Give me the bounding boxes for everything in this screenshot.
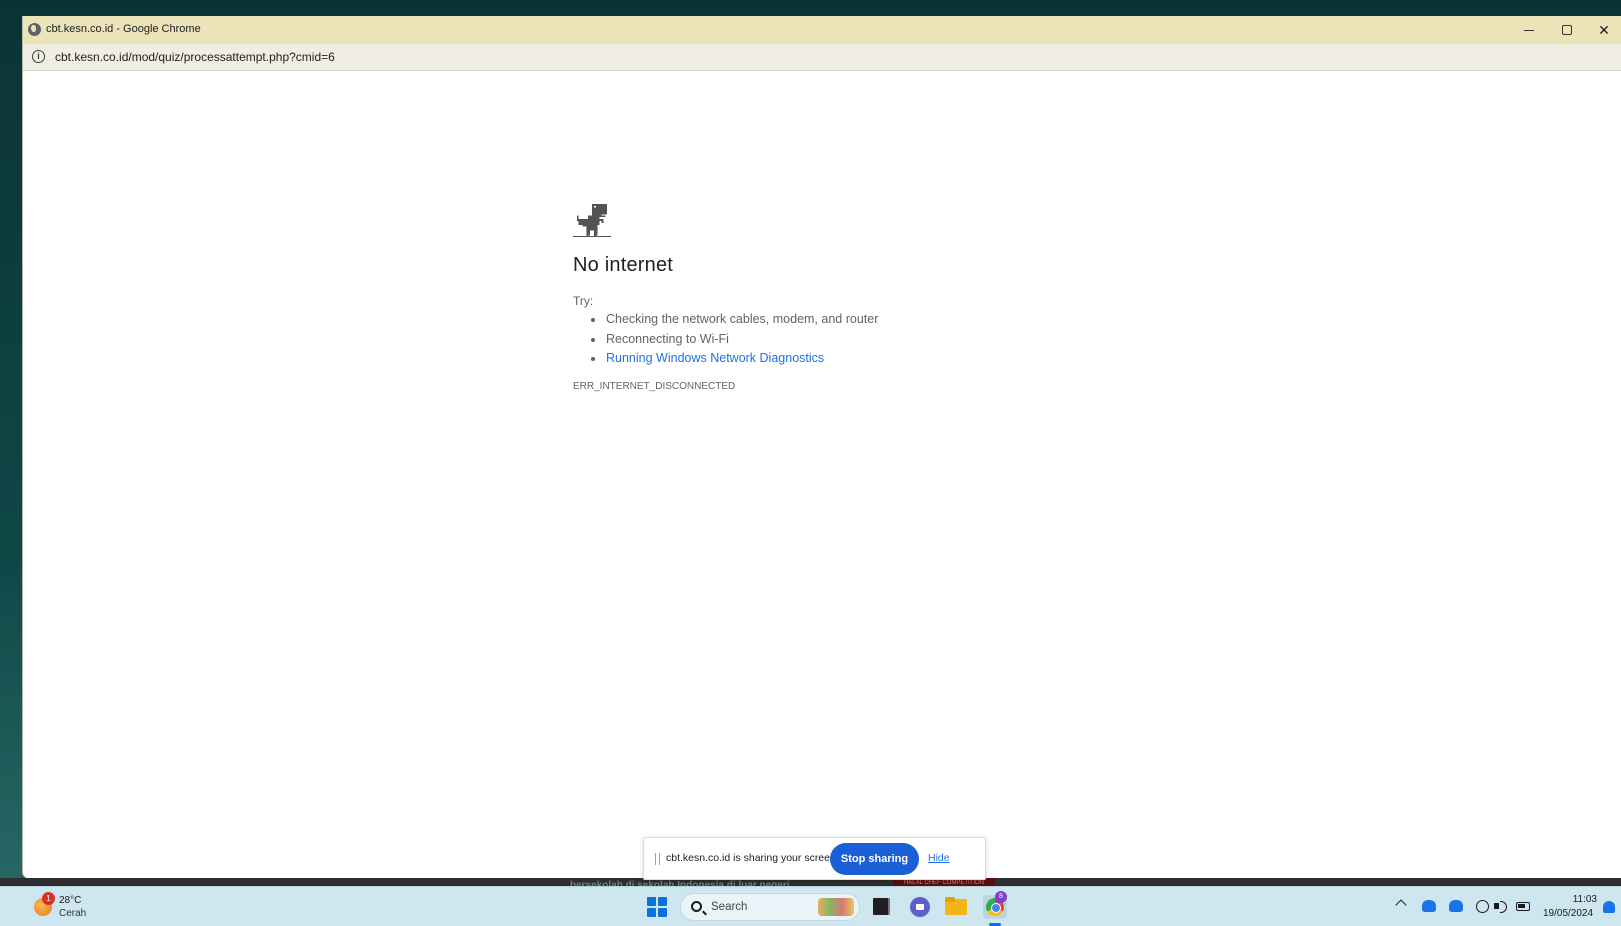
onedrive-icon[interactable] <box>1422 900 1436 912</box>
sharing-message: cbt.kesn.co.id is sharing your screen. <box>666 852 839 864</box>
search-icon <box>691 901 702 912</box>
maximize-icon <box>1562 25 1572 35</box>
site-info-icon[interactable]: i <box>32 50 45 63</box>
teams-icon[interactable] <box>908 895 932 919</box>
weather-badge: 1 <box>42 892 55 905</box>
speaker-icon[interactable] <box>1494 900 1508 913</box>
file-explorer-icon[interactable] <box>944 895 968 919</box>
try-label: Try: <box>573 294 594 308</box>
weather-temperature: 28°C <box>59 895 82 906</box>
search-highlight-image <box>818 898 854 916</box>
notification-bell-icon[interactable] <box>1603 901 1615 913</box>
screen-share-bar: cbt.kesn.co.id is sharing your screen. S… <box>643 837 986 880</box>
error-code: ERR_INTERNET_DISCONNECTED <box>573 381 736 392</box>
maximize-button[interactable] <box>1548 16 1586 44</box>
taskbar: 1 28°C Cerah Search 8 11:03 19/05/2024 <box>0 886 1621 926</box>
drag-handle[interactable] <box>655 853 660 865</box>
chrome-badge: 8 <box>995 891 1007 903</box>
url-text[interactable]: cbt.kesn.co.id/mod/quiz/processattempt.p… <box>55 50 335 64</box>
stop-sharing-button[interactable]: Stop sharing <box>830 843 919 875</box>
onedrive-icon[interactable] <box>1449 900 1463 912</box>
window-title: cbt.kesn.co.id - Google Chrome <box>46 23 201 35</box>
clock-time[interactable]: 11:03 <box>1571 894 1597 905</box>
error-title: No internet <box>573 254 674 276</box>
minimize-icon <box>1524 29 1534 31</box>
taskbar-search[interactable]: Search <box>680 893 860 921</box>
title-bar[interactable]: cbt.kesn.co.id - Google Chrome ✕ <box>23 16 1621 44</box>
clock-date[interactable]: 19/05/2024 <box>1543 908 1593 919</box>
network-diagnostics-link[interactable]: Running Windows Network Diagnostics <box>589 349 878 369</box>
close-button[interactable]: ✕ <box>1585 16 1621 44</box>
weather-condition: Cerah <box>59 908 87 919</box>
windows-start-icon[interactable] <box>647 897 667 917</box>
battery-icon[interactable] <box>1516 902 1530 911</box>
browser-window: cbt.kesn.co.id - Google Chrome ✕ i cbt.k… <box>22 16 1621 878</box>
chevron-up-icon[interactable] <box>1395 899 1407 911</box>
hide-link[interactable]: Hide <box>928 852 950 864</box>
minimize-button[interactable] <box>1510 16 1548 44</box>
suggestion-check-cables: Checking the network cables, modem, and … <box>589 310 878 330</box>
globe-icon <box>28 23 41 36</box>
close-icon: ✕ <box>1598 21 1610 38</box>
suggestion-reconnect-wifi: Reconnecting to Wi-Fi <box>589 330 878 350</box>
error-page: No internet Try: Checking the network ca… <box>23 72 1621 878</box>
address-bar[interactable]: i cbt.kesn.co.id/mod/quiz/processattempt… <box>23 44 1621 71</box>
task-view-icon[interactable] <box>870 895 894 919</box>
search-label: Search <box>711 901 748 913</box>
suggestion-list: Checking the network cables, modem, and … <box>589 310 878 369</box>
network-icon[interactable] <box>1476 900 1489 913</box>
dino-icon <box>573 203 611 238</box>
